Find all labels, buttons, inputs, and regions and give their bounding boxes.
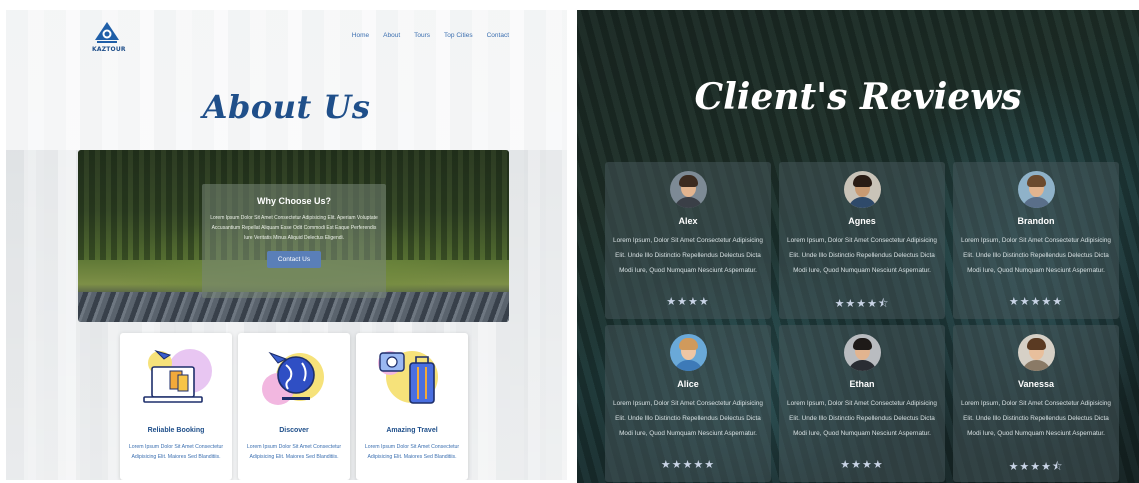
- nav-link-top-cities[interactable]: Top Cities: [444, 32, 473, 39]
- star-rating: ★★★★: [840, 458, 884, 471]
- reviewer-name: Brandon: [1017, 216, 1055, 226]
- feature-title: Amazing Travel: [386, 427, 438, 434]
- nav-link-contact[interactable]: Contact: [487, 32, 509, 39]
- feature-title: Reliable Booking: [147, 427, 205, 434]
- avatar: [844, 334, 881, 371]
- star-rating: ★★★★: [666, 295, 710, 308]
- nav-menu: Home About Tours Top Cities Contact: [352, 32, 509, 39]
- navbar: KAZTOUR Home About Tours Top Cities Cont…: [6, 10, 567, 70]
- feature-card-discover[interactable]: Discover Lorem Ipsum Dolor Sit Amet Cons…: [238, 333, 350, 480]
- avatar: [1018, 334, 1055, 371]
- feature-card-amazing-travel[interactable]: Amazing Travel Lorem Ipsum Dolor Sit Ame…: [356, 333, 468, 480]
- logo-text: KAZTOUR: [92, 46, 126, 53]
- feature-text: Lorem Ipsum Dolor Sit Amet Consectetur A…: [364, 444, 460, 460]
- avatar: [844, 171, 881, 208]
- feature-title: Discover: [279, 427, 309, 434]
- star-rating: ★★★★★: [660, 458, 716, 471]
- contact-us-button[interactable]: Contact Us: [266, 251, 322, 268]
- why-text: Lorem Ipsum Dolor Sit Amet Consectetur A…: [210, 215, 378, 241]
- review-card-vanessa: Vanessa Lorem Ipsum, Dolor Sit Amet Cons…: [953, 325, 1119, 482]
- globe-discover-icon: [262, 351, 324, 405]
- page-title: About Us: [202, 88, 371, 126]
- reviewer-name: Vanessa: [1017, 379, 1055, 389]
- review-text: Lorem Ipsum, Dolor Sit Amet Consectetur …: [961, 237, 1111, 274]
- review-card-ethan: Ethan Lorem Ipsum, Dolor Sit Amet Consec…: [779, 325, 945, 482]
- review-card-alex: Alex Lorem Ipsum, Dolor Sit Amet Consect…: [605, 162, 771, 319]
- why-title: Why Choose Us?: [256, 196, 331, 206]
- nav-link-home[interactable]: Home: [352, 32, 369, 39]
- reviews-title: Client's Reviews: [694, 76, 1022, 118]
- review-card-brandon: Brandon Lorem Ipsum, Dolor Sit Amet Cons…: [953, 162, 1119, 319]
- avatar: [670, 334, 707, 371]
- kaztour-logo[interactable]: KAZTOUR: [92, 22, 126, 58]
- logo-icon: [95, 22, 119, 43]
- nav-link-about[interactable]: About: [383, 32, 400, 39]
- suitcase-travel-icon: [378, 351, 438, 404]
- reviewer-name: Alice: [677, 379, 699, 389]
- review-card-agnes: Agnes Lorem Ipsum, Dolor Sit Amet Consec…: [779, 162, 945, 319]
- review-text: Lorem Ipsum, Dolor Sit Amet Consectetur …: [787, 400, 937, 437]
- feature-text: Lorem Ipsum Dolor Sit Amet Consectetur A…: [128, 444, 224, 460]
- reviewer-name: Ethan: [849, 379, 875, 389]
- feature-cards: Reliable Booking Lorem Ipsum Dolor Sit A…: [120, 333, 468, 480]
- review-text: Lorem Ipsum, Dolor Sit Amet Consectetur …: [613, 237, 763, 274]
- reviewer-name: Alex: [678, 216, 698, 226]
- review-text: Lorem Ipsum, Dolor Sit Amet Consectetur …: [613, 400, 763, 437]
- star-rating: ★★★★⯪: [834, 297, 890, 310]
- nav-link-tours[interactable]: Tours: [414, 32, 430, 39]
- star-rating: ★★★★★: [1008, 295, 1064, 308]
- avatar: [1018, 171, 1055, 208]
- hero-landscape: Why Choose Us? Lorem Ipsum Dolor Sit Ame…: [78, 150, 509, 322]
- feature-text: Lorem Ipsum Dolor Sit Amet Consectetur A…: [246, 444, 342, 460]
- review-text: Lorem Ipsum, Dolor Sit Amet Consectetur …: [961, 400, 1111, 437]
- reviews-panel: Client's Reviews Alex Lorem Ipsum, Dolor…: [577, 10, 1139, 483]
- star-rating: ★★★★⯪: [1008, 460, 1064, 473]
- review-card-alice: Alice Lorem Ipsum, Dolor Sit Amet Consec…: [605, 325, 771, 482]
- avatar: [670, 171, 707, 208]
- feature-card-reliable-booking[interactable]: Reliable Booking Lorem Ipsum Dolor Sit A…: [120, 333, 232, 480]
- review-text: Lorem Ipsum, Dolor Sit Amet Consectetur …: [787, 237, 937, 274]
- screen: KAZTOUR Home About Tours Top Cities Cont…: [0, 0, 1139, 483]
- about-panel: KAZTOUR Home About Tours Top Cities Cont…: [6, 10, 567, 480]
- reviews-grid: Alex Lorem Ipsum, Dolor Sit Amet Consect…: [605, 162, 1119, 482]
- why-choose-us-box: Why Choose Us? Lorem Ipsum Dolor Sit Ame…: [202, 184, 386, 298]
- reviewer-name: Agnes: [848, 216, 876, 226]
- laptop-booking-icon: [143, 349, 212, 403]
